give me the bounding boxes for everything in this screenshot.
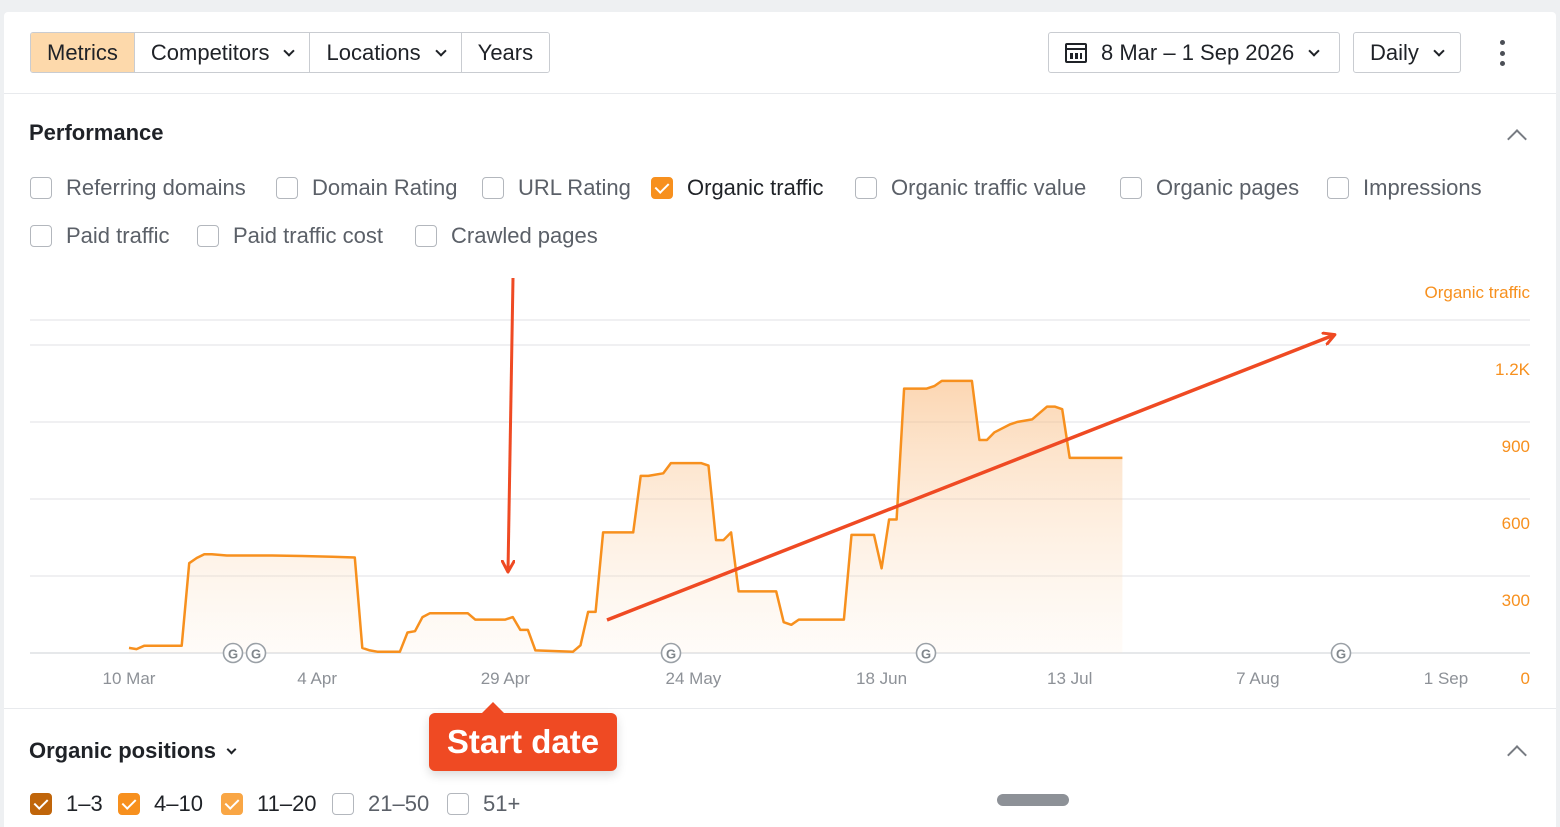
position-label: 21–50 xyxy=(368,791,430,816)
checkbox-checked[interactable] xyxy=(30,793,52,815)
checkbox-checked[interactable] xyxy=(118,793,140,815)
y-axis-title: Organic traffic xyxy=(1424,283,1530,302)
y-tick-label: 600 xyxy=(1502,514,1530,533)
position-range-51-plus[interactable]: 51+ xyxy=(447,789,520,819)
organic-positions-title: Organic positions xyxy=(29,738,217,763)
report-card: Metrics Competitors Locations Years 8 Ma… xyxy=(4,12,1556,827)
start-date-callout: Start date xyxy=(429,702,617,771)
google-update-icon: G xyxy=(245,642,267,664)
marker-glyph: G xyxy=(251,647,261,662)
y-tick-label: 900 xyxy=(1502,437,1530,456)
x-tick-label: 10 Mar xyxy=(103,669,156,688)
x-tick-label: 29 Apr xyxy=(481,669,530,688)
checkbox-checked[interactable] xyxy=(221,793,243,815)
organic-traffic-chart: GGGGG 10 Mar 4 Apr 29 Apr 24 May 18 Jun 13 Ju… xyxy=(30,277,1531,688)
section-divider xyxy=(4,708,1556,709)
position-label: 1–3 xyxy=(66,791,103,816)
x-tick-label: 1 Sep xyxy=(1424,669,1468,688)
y-tick-label: 1.2K xyxy=(1495,360,1531,379)
chevron-down-icon xyxy=(226,744,237,754)
x-tick-label: 18 Jun xyxy=(856,669,907,688)
x-tick-label: 4 Apr xyxy=(297,669,337,688)
google-update-icon: G xyxy=(1330,642,1352,664)
x-tick-label: 13 Jul xyxy=(1047,669,1092,688)
position-label: 4–10 xyxy=(154,791,203,816)
marker-glyph: G xyxy=(228,647,238,662)
start-date-arrow xyxy=(508,277,513,571)
google-update-icon: G xyxy=(660,642,682,664)
x-tick-label: 7 Aug xyxy=(1236,669,1280,688)
position-range-21-50[interactable]: 21–50 xyxy=(332,789,429,819)
checkbox[interactable] xyxy=(332,793,354,815)
position-range-11-20[interactable]: 11–20 xyxy=(221,789,317,819)
marker-glyph: G xyxy=(666,647,676,662)
marker-glyph: G xyxy=(1336,647,1346,662)
y-tick-label: 300 xyxy=(1502,591,1530,610)
position-range-4-10[interactable]: 4–10 xyxy=(118,789,203,819)
google-update-icon: G xyxy=(915,642,937,664)
position-range-1-3[interactable]: 1–3 xyxy=(30,789,103,819)
position-label: 51+ xyxy=(483,791,521,816)
horizontal-scroll-handle[interactable] xyxy=(997,794,1069,806)
y-tick-label: 0 xyxy=(1521,669,1530,688)
google-update-icon: G xyxy=(222,642,244,664)
collapse-positions-icon[interactable] xyxy=(1507,745,1527,765)
position-label: 11–20 xyxy=(257,791,317,816)
checkbox[interactable] xyxy=(447,793,469,815)
organic-positions-dropdown[interactable]: Organic positions xyxy=(29,738,237,764)
marker-glyph: G xyxy=(921,647,931,662)
x-tick-label: 24 May xyxy=(666,669,722,688)
